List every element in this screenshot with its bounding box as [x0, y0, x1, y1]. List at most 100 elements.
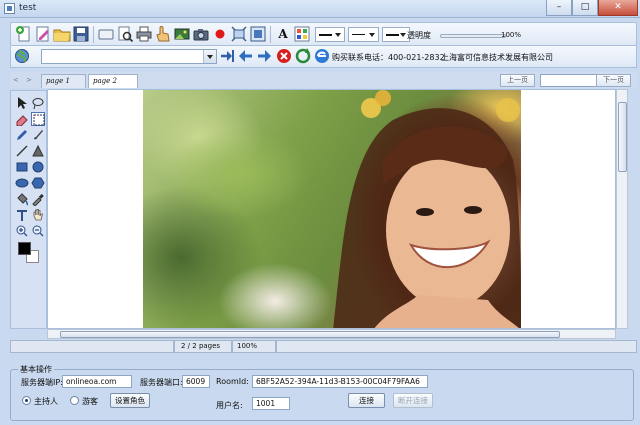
server-ip-label: 服务器端IP:: [21, 378, 63, 387]
arrow-style-select[interactable]: [382, 27, 410, 42]
status-bar: 2 / 2 pages 100%: [10, 340, 637, 353]
maximize-button[interactable]: □: [572, 0, 598, 16]
page-count-status: 2 / 2 pages: [174, 340, 232, 353]
print-preview-icon[interactable]: [116, 25, 134, 43]
zoom-status: 100%: [232, 340, 276, 353]
rectangle-tool-icon[interactable]: [15, 160, 29, 174]
pen-tool-icon[interactable]: [15, 128, 29, 142]
guest-radio[interactable]: [70, 396, 79, 405]
eyedropper-tool-icon[interactable]: [31, 192, 45, 206]
pan-hand-tool-icon[interactable]: [31, 208, 45, 222]
go-icon[interactable]: [218, 47, 236, 65]
guest-label: 游客: [82, 397, 98, 406]
pointer-tool-icon[interactable]: [15, 96, 29, 110]
minimize-button[interactable]: –: [546, 0, 572, 16]
vertical-scrollbar[interactable]: [616, 89, 628, 329]
line-style-select[interactable]: [348, 27, 379, 42]
status-cell-empty: [10, 340, 174, 353]
text-tool-icon[interactable]: [15, 208, 29, 222]
back-arrow-icon[interactable]: [237, 47, 255, 65]
server-ip-input[interactable]: onlineoa.com: [62, 375, 132, 388]
window-title: test: [19, 3, 37, 13]
zoom-out-icon[interactable]: [31, 224, 45, 238]
company-name-text: 上海富可信息技术发展有限公司: [441, 53, 553, 62]
opacity-label: 透明度: [407, 31, 431, 40]
fullscreen-icon[interactable]: [249, 25, 267, 43]
tab-scroll-left-icon[interactable]: <: [13, 76, 19, 84]
horizontal-scrollbar[interactable]: [47, 329, 616, 339]
circle-tool-icon[interactable]: [31, 160, 45, 174]
opacity-value: 100%: [501, 31, 522, 39]
new-document-icon[interactable]: [15, 25, 33, 43]
ellipse-tool-icon[interactable]: [15, 176, 29, 190]
zoom-in-icon[interactable]: [15, 224, 29, 238]
purchase-contact-text: 购买联系电话：400-021-2832: [332, 53, 445, 62]
globe-icon: [13, 47, 31, 65]
line-tool-icon[interactable]: [15, 144, 29, 158]
ie-icon[interactable]: [313, 47, 331, 65]
refresh-icon[interactable]: [294, 47, 312, 65]
color-palette-icon[interactable]: [293, 25, 311, 43]
title-bar: test – □ ✕: [0, 0, 640, 18]
tab-page-2[interactable]: page 2: [88, 74, 138, 88]
next-page-button[interactable]: 下一页: [596, 74, 631, 87]
server-port-input[interactable]: 6009: [182, 375, 210, 388]
horizontal-scroll-thumb[interactable]: [60, 331, 560, 338]
page-tab-bar: < > page 1 page 2 上一页 下一页: [10, 72, 637, 88]
fill-bucket-tool-icon[interactable]: [15, 192, 29, 206]
chevron-down-icon[interactable]: [203, 50, 216, 63]
line-width-select[interactable]: [315, 27, 345, 42]
tab-scroll-right-icon[interactable]: >: [26, 76, 32, 84]
save-icon[interactable]: [72, 25, 90, 43]
main-toolbar: A 透明度 100%: [10, 22, 637, 46]
screen-icon[interactable]: [97, 25, 115, 43]
chevron-down-icon: [369, 33, 375, 37]
close-button[interactable]: ✕: [598, 0, 638, 16]
server-port-label: 服务器端口:: [140, 378, 183, 387]
open-folder-icon[interactable]: [53, 25, 71, 43]
camera-icon[interactable]: [192, 25, 210, 43]
page-select[interactable]: [540, 74, 602, 87]
opacity-slider[interactable]: [440, 34, 506, 38]
portrait-photo: [143, 90, 521, 328]
disconnect-button[interactable]: 断开连接: [393, 393, 433, 408]
stop-icon[interactable]: [275, 47, 293, 65]
font-icon[interactable]: A: [275, 26, 291, 42]
eraser-tool-icon[interactable]: [15, 112, 29, 126]
set-role-button[interactable]: 设置角色: [110, 393, 150, 408]
rectangle-select-tool-icon[interactable]: [31, 112, 45, 126]
vertical-scroll-thumb[interactable]: [618, 102, 627, 172]
lasso-tool-icon[interactable]: [31, 96, 45, 110]
username-input[interactable]: 1001: [252, 397, 290, 410]
username-label: 用户名:: [216, 401, 243, 410]
group-title: 基本操作: [18, 364, 54, 375]
picture-icon[interactable]: [173, 25, 191, 43]
triangle-tool-icon[interactable]: [31, 144, 45, 158]
chevron-down-icon: [335, 33, 341, 37]
printer-icon[interactable]: [135, 25, 153, 43]
roomid-input[interactable]: 6BF52A52-394A-11d3-B153-00C04F79FAA6: [252, 375, 428, 388]
polygon-tool-icon[interactable]: [31, 176, 45, 190]
brush-tool-icon[interactable]: [31, 128, 45, 142]
url-combobox[interactable]: [41, 49, 217, 64]
roomid-label: RoomId:: [216, 377, 249, 386]
address-toolbar: 购买联系电话：400-021-2832 上海富可信息技术发展有限公司: [10, 46, 637, 68]
prev-page-button[interactable]: 上一页: [500, 74, 535, 87]
edit-document-icon[interactable]: [34, 25, 52, 43]
arrow-style-preview: [386, 34, 399, 36]
whiteboard-canvas[interactable]: [47, 89, 616, 329]
basic-operations-group: 基本操作 服务器端IP: onlineoa.com 服务器端口: 6009 Ro…: [10, 364, 634, 421]
record-icon[interactable]: [211, 25, 229, 43]
hand-pointer-icon[interactable]: [154, 25, 172, 43]
forward-arrow-icon[interactable]: [255, 47, 273, 65]
toolbar-separator: [270, 26, 271, 43]
tab-page-1[interactable]: page 1: [41, 74, 86, 88]
drawing-tool-palette: [10, 90, 47, 329]
window-controls: – □ ✕: [546, 0, 638, 17]
status-cell-message: [276, 340, 637, 353]
host-radio[interactable]: [22, 396, 31, 405]
fit-window-icon[interactable]: [230, 25, 248, 43]
foreground-color-swatch[interactable]: [18, 242, 31, 255]
connect-button[interactable]: 连接: [348, 393, 385, 408]
line-width-preview: [319, 34, 332, 36]
